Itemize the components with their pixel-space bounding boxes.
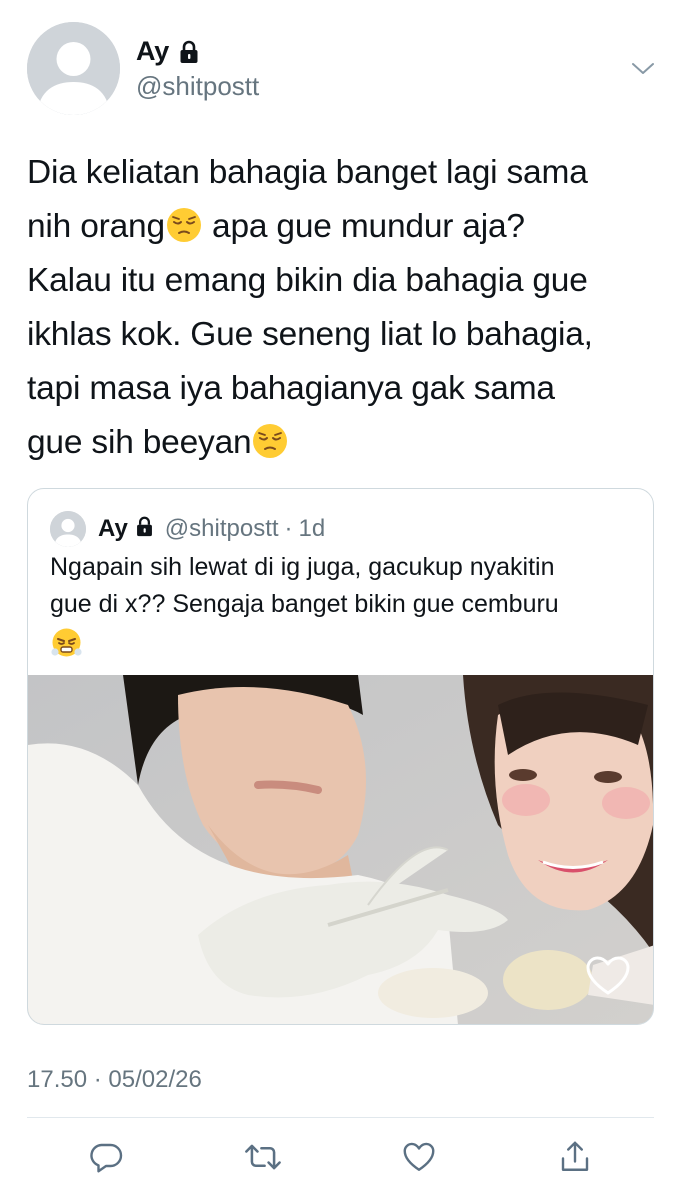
tweet-text-segment: gue sih beeyan bbox=[27, 424, 252, 461]
tweet-text-line: nih orang apa gue mundur aja? bbox=[27, 200, 657, 254]
quoted-relative-time: 1d bbox=[298, 515, 326, 542]
author-display-name[interactable]: Ay bbox=[136, 36, 169, 67]
tweet-text-line: gue sih beeyan bbox=[27, 416, 657, 470]
face-with-steam-from-nose-emoji bbox=[50, 626, 83, 659]
chevron-down-icon[interactable] bbox=[630, 58, 656, 78]
quoted-tweet-text: Ngapain sih lewat di ig juga, gacukup ny… bbox=[50, 549, 640, 670]
divider bbox=[27, 1117, 654, 1118]
quoted-author-name: Ay bbox=[98, 515, 128, 542]
tweet-detail: Ay @shitpostt Dia keliatan bahagia bange… bbox=[0, 0, 681, 1199]
dot-separator: · bbox=[284, 515, 293, 542]
tweet-text: Dia keliatan bahagia banget lagi sama ni… bbox=[27, 146, 657, 470]
tweet-timestamp[interactable]: 17.50 · 05/02/26 bbox=[27, 1066, 202, 1094]
retweet-icon[interactable] bbox=[243, 1135, 283, 1179]
tweet-text-segment: nih orang bbox=[27, 208, 165, 245]
share-icon[interactable] bbox=[555, 1135, 595, 1179]
tweet-text-segment: apa gue mundur aja? bbox=[202, 208, 525, 245]
reply-icon[interactable] bbox=[86, 1135, 126, 1179]
tweet-text-line: Kalau itu emang bikin dia bahagia gue bbox=[27, 262, 588, 299]
heart-outline-icon[interactable] bbox=[585, 955, 631, 997]
default-avatar-icon[interactable] bbox=[27, 22, 120, 115]
quoted-author-handle: @shitpostt bbox=[164, 515, 279, 542]
tweet-text-line: ikhlas kok. Gue seneng liat lo bahagia, bbox=[27, 316, 593, 353]
tweet-text-line: tapi masa iya bahagianya gak sama bbox=[27, 370, 555, 407]
lock-icon bbox=[134, 516, 155, 542]
quoted-text-line: gue di x?? Sengaja banget bikin gue cemb… bbox=[50, 590, 559, 618]
pensive-face-emoji bbox=[251, 422, 289, 460]
author-name-row[interactable]: Ay bbox=[136, 36, 201, 67]
quoted-tweet-card[interactable]: Ay @shitpostt · 1d Ngapain sih lewat di … bbox=[27, 488, 654, 1025]
quoted-tweet-header: Ay @shitpostt · 1d bbox=[50, 511, 325, 547]
quoted-text-line: Ngapain sih lewat di ig juga, gacukup ny… bbox=[50, 553, 555, 581]
heart-icon[interactable] bbox=[399, 1135, 439, 1179]
default-avatar-icon bbox=[50, 511, 86, 547]
photo-media[interactable] bbox=[28, 675, 653, 1024]
lock-icon bbox=[177, 40, 201, 64]
tweet-text-line: Dia keliatan bahagia banget lagi sama bbox=[27, 154, 588, 191]
author-handle[interactable]: @shitpostt bbox=[136, 71, 259, 102]
action-bar bbox=[0, 1135, 681, 1185]
pensive-face-emoji bbox=[165, 206, 203, 244]
